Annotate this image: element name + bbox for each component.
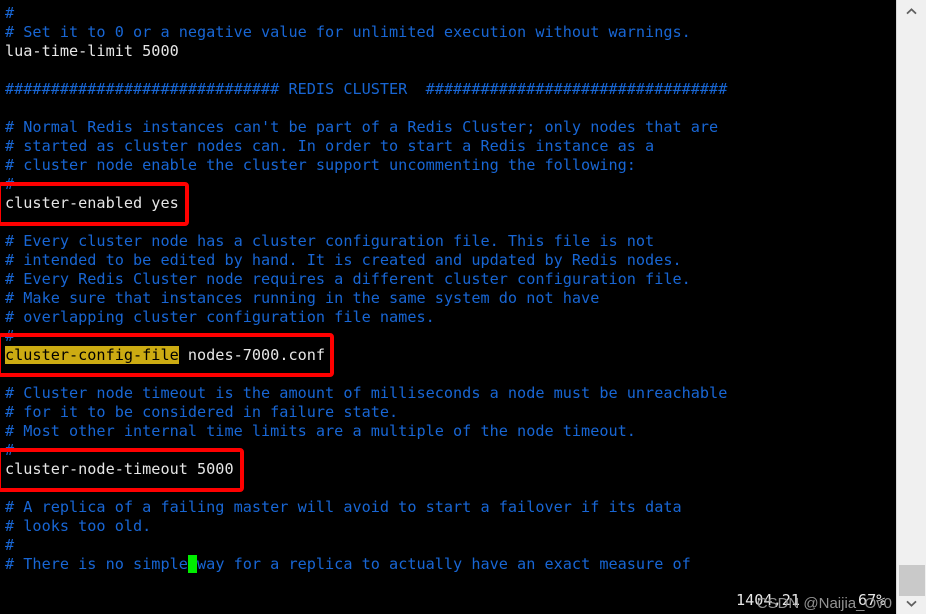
editor-line: # for it to be considered in failure sta… <box>5 403 399 421</box>
vertical-scrollbar[interactable] <box>896 0 926 614</box>
editor-line: cluster-config-file nodes-7000.conf <box>5 346 326 364</box>
scrollbar-track[interactable] <box>897 22 926 592</box>
cursor-position-indicator: 1404,21 <box>736 591 801 609</box>
scroll-percent-indicator: 67% <box>858 591 886 609</box>
editor-status-line: 1404,21 67% <box>0 588 896 614</box>
terminal-window: # # Set it to 0 or a negative value for u… <box>0 0 926 614</box>
editor-line: # looks too old. <box>5 517 152 535</box>
editor-text-area[interactable]: # # Set it to 0 or a negative value for u… <box>0 0 896 614</box>
editor-line: # overlapping cluster configuration file… <box>5 308 435 326</box>
editor-line: # Every cluster node has a cluster confi… <box>5 232 655 250</box>
editor-line: # Every Redis Cluster node requires a di… <box>5 270 691 288</box>
editor-line: # started as cluster nodes can. In order… <box>5 137 655 155</box>
chevron-down-icon <box>906 600 917 607</box>
editor-line: # <box>5 175 15 193</box>
editor-line: ############################## REDIS CLU… <box>5 80 728 98</box>
editor-line: # cluster node enable the cluster suppor… <box>5 156 636 174</box>
editor-line: # Set it to 0 or a negative value for un… <box>5 23 691 41</box>
editor-line: lua-time-limit 5000 <box>5 42 179 60</box>
scrollbar-down-button[interactable] <box>897 592 926 614</box>
scrollbar-up-button[interactable] <box>897 0 926 22</box>
editor-line: # <box>5 4 15 22</box>
search-match-highlight: cluster-config-file <box>5 346 179 364</box>
editor-line: # Cluster node timeout is the amount of … <box>5 384 728 402</box>
editor-line: # <box>5 536 15 554</box>
editor-line: # Normal Redis instances can't be part o… <box>5 118 719 136</box>
editor-line: # There is no simple way for a replica t… <box>5 555 691 573</box>
editor-line: # <box>5 441 15 459</box>
text-cursor <box>187 555 198 573</box>
editor-line: # <box>5 327 15 345</box>
editor-line: # intended to be edited by hand. It is c… <box>5 251 682 269</box>
editor-line: # A replica of a failing master will avo… <box>5 498 682 516</box>
editor-line: # Make sure that instances running in th… <box>5 289 600 307</box>
editor-line: cluster-enabled yes <box>5 194 179 212</box>
editor-line: # Most other internal time limits are a … <box>5 422 636 440</box>
chevron-up-icon <box>906 7 917 15</box>
editor-line: cluster-node-timeout 5000 <box>5 460 234 478</box>
